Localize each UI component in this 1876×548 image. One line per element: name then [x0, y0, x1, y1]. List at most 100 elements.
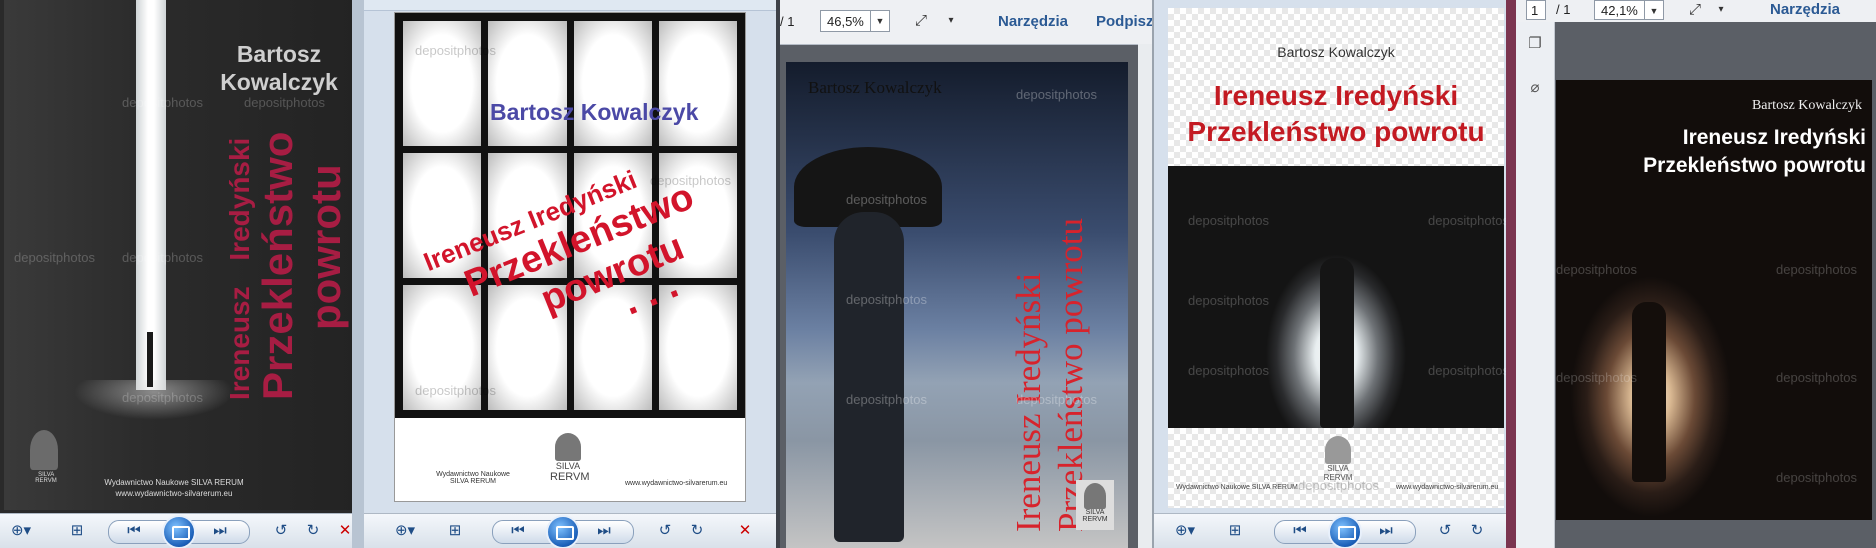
fullscreen-icon[interactable]: ⤢: [1684, 0, 1706, 20]
title-block: Ireneusz Iredyński Przekleństwo powrotu: [1643, 126, 1866, 177]
watermark: depositphotos: [1776, 370, 1857, 385]
window-titlebar: [364, 0, 776, 11]
rotate-left-icon[interactable]: ↺: [270, 521, 292, 541]
zoom-in-icon[interactable]: ⊕▾: [10, 521, 32, 541]
publisher-url: www.wydawnictwo-silvarerum.eu: [1396, 484, 1499, 491]
rotate-right-icon[interactable]: ↻: [1466, 521, 1488, 541]
figure-silhouette: [1320, 258, 1354, 428]
cover-4: Bartosz Kowalczyk Ireneusz Iredyński Prz…: [1168, 8, 1506, 508]
viewer-toolbar-4: ⊕▾ ⊞ ⏮ ⏭ ↺ ↻: [1154, 513, 1506, 548]
page-count: / 1: [780, 14, 795, 29]
viewer-toolbar-2: ⊕▾ ⊞ ⏮ ⏭ ↺ ↻ ✕: [364, 513, 776, 548]
watermark: depositphotos: [415, 383, 496, 398]
sign-button[interactable]: Podpisz: [1096, 13, 1152, 30]
acrobat-toolbar: 1 / 1 42,1% ▼ ⤢ ▾ Narzędzia: [1516, 0, 1876, 23]
navigation-group: ⏮ ⏭: [492, 515, 634, 548]
cover-5: Bartosz Kowalczyk Ireneusz Iredyński Prz…: [1556, 80, 1872, 520]
next-icon[interactable]: ⏭: [1375, 521, 1397, 541]
tools-button[interactable]: Narzędzia: [1770, 1, 1840, 18]
rotate-right-icon[interactable]: ↻: [302, 521, 324, 541]
watermark: depositphotos: [650, 173, 731, 188]
separator: [352, 0, 364, 548]
delete-icon[interactable]: ✕: [734, 521, 756, 541]
zoom-in-icon[interactable]: ⊕▾: [1174, 521, 1196, 541]
author-name: Bartosz Kowalczyk: [1277, 44, 1395, 60]
zoom-field[interactable]: 42,1% ▼: [1594, 0, 1664, 20]
chevron-down-icon[interactable]: ▼: [870, 11, 889, 31]
author-name: Bartosz Kowalczyk: [1751, 98, 1862, 113]
author-name: Bartosz Kowalczyk: [808, 78, 942, 97]
zoom-in-icon[interactable]: ⊕▾: [394, 521, 416, 541]
chevron-down-icon[interactable]: ▼: [1644, 1, 1663, 19]
publisher-logo: SILVA RERVM: [1076, 480, 1114, 530]
navigation-group: ⏮ ⏭: [108, 515, 250, 548]
publisher-logo: [30, 430, 58, 470]
slideshow-button[interactable]: [1328, 515, 1362, 548]
rotate-left-icon[interactable]: ↺: [1434, 521, 1456, 541]
publisher-url: www.wydawnictwo-silvarerum.eu: [625, 480, 728, 487]
watermark: depositphotos: [1188, 363, 1269, 378]
title-block: Ireneusz Iredyński Przekleństwo powrotu: [1187, 80, 1485, 147]
scrollbar[interactable]: [1138, 44, 1152, 548]
viewer-window-4: Bartosz Kowalczyk Ireneusz Iredyński Prz…: [1154, 0, 1506, 548]
publisher-logo: SILVA RERVM: [550, 433, 590, 485]
watermark: depositphotos: [122, 390, 203, 405]
chevron-down-icon[interactable]: ▾: [1710, 0, 1732, 20]
publisher-line: Wydawnictwo Naukowe SILVA RERUM: [1176, 484, 1298, 491]
chevron-down-icon[interactable]: ▾: [940, 11, 962, 31]
rotate-right-icon[interactable]: ↻: [686, 521, 708, 541]
viewer-window-2: Bartosz Kowalczyk Ireneusz Iredyński Prz…: [364, 0, 776, 548]
figure-silhouette: [1632, 302, 1666, 482]
viewer-window-1: Bartosz Kowalczyk Ireneusz Iredyński Prz…: [0, 0, 352, 548]
publisher-url: www.wydawnictwo-silvarerum.eu: [115, 489, 233, 498]
vertical-title: Ireneusz Iredyński Przekleństwo powrotu: [1009, 218, 1090, 532]
zoom-field[interactable]: 46,5% ▼: [820, 10, 890, 32]
author-name: Bartosz Kowalczyk: [220, 41, 338, 95]
page-count: / 1: [1556, 2, 1571, 17]
fullscreen-icon[interactable]: ⤢: [910, 11, 932, 31]
watermark: depositphotos: [1188, 213, 1269, 228]
acrobat-window-2: 1 / 1 42,1% ▼ ⤢ ▾ Narzędzia ❐ ⌀ Bartosz K…: [1516, 0, 1876, 548]
fit-icon[interactable]: ⊞: [444, 521, 466, 541]
cover-2: Bartosz Kowalczyk Ireneusz Iredyński Prz…: [394, 12, 746, 502]
fit-icon[interactable]: ⊞: [66, 521, 88, 541]
fit-icon[interactable]: ⊞: [1224, 521, 1246, 541]
figure-silhouette: [147, 332, 153, 387]
acrobat-window-1: / 1 46,5% ▼ ⤢ ▾ Narzędzia Podpisz Bartosz…: [780, 0, 1152, 548]
watermark: depositphotos: [846, 192, 927, 207]
attachment-icon[interactable]: ⌀: [1524, 78, 1546, 98]
publisher-left: Wydawnictwo Naukowe SILVA RERUM: [436, 471, 510, 485]
slideshow-button[interactable]: [162, 515, 196, 548]
watermark: depositphotos: [14, 250, 95, 265]
slideshow-button[interactable]: [546, 515, 580, 548]
previous-icon[interactable]: ⏮: [507, 521, 529, 541]
watermark: depositphotos: [122, 95, 203, 110]
separator: [1506, 0, 1516, 548]
navigation-group: ⏮ ⏭: [1274, 515, 1416, 548]
watermark: depositphotos: [415, 43, 496, 58]
watermark: depositphotos: [846, 392, 927, 407]
delete-icon[interactable]: ✕: [334, 521, 352, 541]
cover-3: Bartosz Kowalczyk Ireneusz Iredyński Prz…: [786, 62, 1128, 548]
cover-1: Bartosz Kowalczyk Ireneusz Iredyński Prz…: [4, 0, 352, 510]
watermark: depositphotos: [1188, 293, 1269, 308]
acrobat-toolbar: / 1 46,5% ▼ ⤢ ▾ Narzędzia Podpisz: [780, 0, 1152, 45]
page-input[interactable]: 1: [1526, 0, 1546, 20]
watermark: depositphotos: [1556, 262, 1637, 277]
side-panel: ❐ ⌀: [1516, 22, 1555, 548]
tools-button[interactable]: Narzędzia: [998, 13, 1068, 30]
previous-icon[interactable]: ⏮: [123, 521, 145, 541]
watermark: depositphotos: [846, 292, 927, 307]
watermark: depositphotos: [1428, 213, 1506, 228]
watermark: depositphotos: [1428, 363, 1506, 378]
next-icon[interactable]: ⏭: [209, 521, 231, 541]
watermark: depositphotos: [1016, 87, 1097, 102]
rotate-left-icon[interactable]: ↺: [654, 521, 676, 541]
publisher-logo: SILVA RERVM: [1318, 436, 1358, 492]
watermark: depositphotos: [1556, 370, 1637, 385]
vertical-title: Ireneusz Iredyński Przekleństwo powrotu: [224, 131, 349, 400]
previous-icon[interactable]: ⏮: [1289, 521, 1311, 541]
pages-icon[interactable]: ❐: [1524, 34, 1546, 54]
next-icon[interactable]: ⏭: [593, 521, 615, 541]
publisher-line: Wydawnictwo Naukowe SILVA RERUM: [104, 478, 244, 487]
